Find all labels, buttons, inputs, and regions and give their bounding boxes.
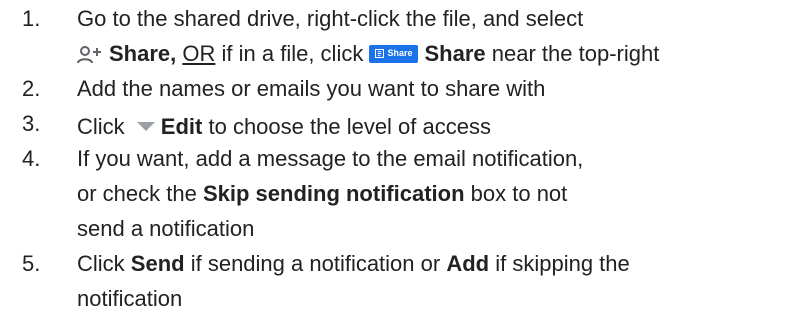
- step-text: Add the names or emails you want to shar…: [77, 76, 546, 101]
- step-text-line-3: send a notification: [77, 216, 255, 241]
- step-text-line-2: Share, OR if in a file, click Share Shar…: [77, 38, 659, 73]
- step-text-line-2: or check the Skip sending notification b…: [77, 181, 568, 206]
- step-number: 5.: [22, 251, 41, 276]
- instruction-list: 1. Go to the shared drive, right-click t…: [0, 0, 802, 318]
- step-text: Click Edit to choose the level of access: [77, 108, 491, 142]
- share-button[interactable]: Share: [369, 44, 419, 63]
- step-number: 3.: [22, 111, 41, 136]
- dropdown-caret-icon: [136, 108, 155, 139]
- step-number: 2.: [22, 76, 41, 101]
- step-text: Go to the shared drive, right-click the …: [77, 6, 584, 31]
- step-number: 1.: [22, 6, 41, 31]
- step-text-line-2: notification: [77, 286, 183, 311]
- share-doc-icon: [375, 49, 385, 58]
- person-add-icon: [77, 42, 103, 73]
- step-text: Click Send if sending a notification or …: [77, 251, 630, 276]
- step-number: 4.: [22, 146, 41, 171]
- step-text: If you want, add a message to the email …: [77, 146, 584, 171]
